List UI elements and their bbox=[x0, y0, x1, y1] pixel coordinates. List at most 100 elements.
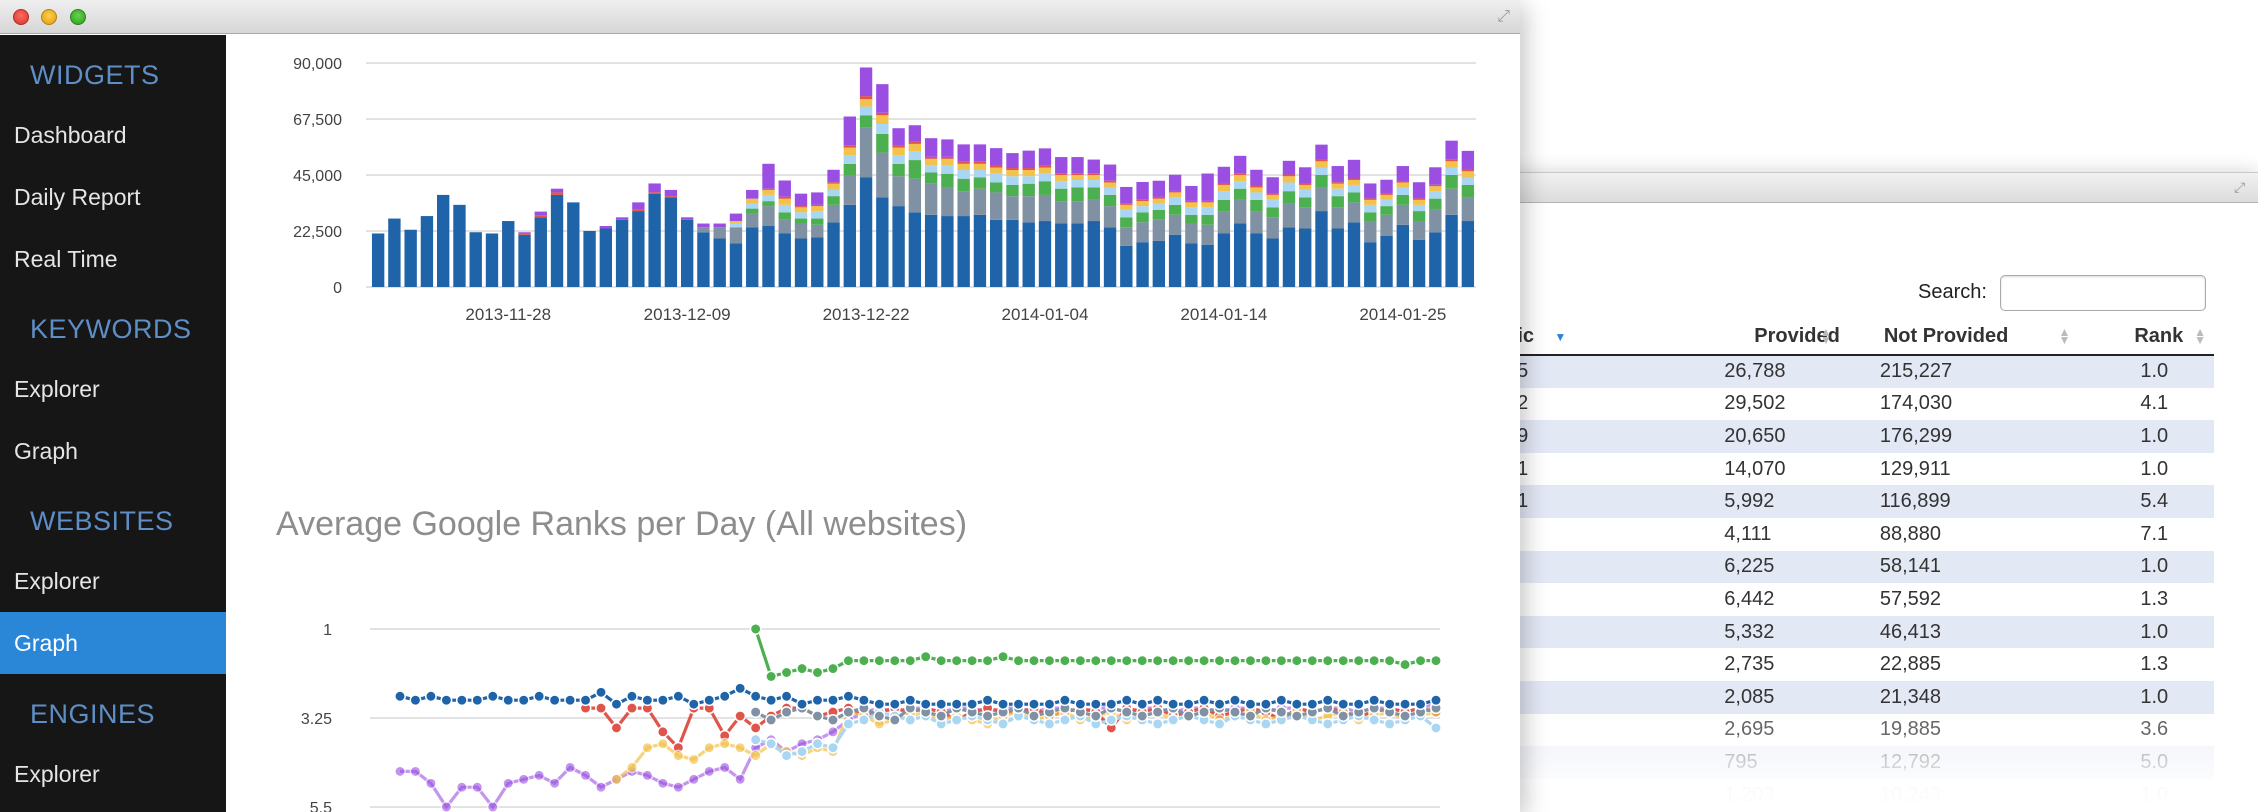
sidebar-item-dashboard[interactable]: Dashboard bbox=[0, 104, 226, 166]
bar-segment bbox=[859, 99, 873, 107]
rank-data-point bbox=[1290, 710, 1303, 722]
bar-segment bbox=[1055, 181, 1068, 189]
table-row[interactable]: 51,7455,33246,4131.0 bbox=[1440, 615, 2214, 649]
rank-data-point bbox=[1259, 698, 1272, 711]
rank-data-point bbox=[517, 694, 530, 707]
sidebar-item-keywords-graph[interactable]: Graph bbox=[0, 420, 226, 482]
bar-segment bbox=[811, 224, 824, 238]
sidebar-item-keywords-explorer[interactable]: Explorer bbox=[0, 358, 226, 420]
bar-segment bbox=[794, 223, 808, 239]
bar-segment bbox=[990, 165, 1003, 168]
bar-segment bbox=[990, 192, 1003, 220]
fullscreen-icon[interactable]: ⤢ bbox=[1497, 8, 1510, 26]
table-row[interactable]: 143,98114,070129,9111.0 bbox=[1440, 453, 2214, 486]
table-row[interactable]: 203,53229,502174,0304.1 bbox=[1440, 388, 2214, 421]
bar-segment bbox=[1461, 169, 1475, 172]
bar-segment bbox=[1347, 222, 1361, 287]
bar-segment bbox=[762, 163, 775, 189]
table-row[interactable]: 64,0346,44257,5921.3 bbox=[1440, 583, 2214, 616]
bar-segment bbox=[1347, 159, 1361, 179]
table-row[interactable]: 23,4332,08521,3481.0 bbox=[1440, 680, 2214, 714]
zoom-window-button[interactable] bbox=[70, 9, 86, 25]
bar-segment bbox=[859, 115, 873, 128]
rank-data-point bbox=[1290, 698, 1303, 711]
fullscreen-icon[interactable]: ⤢ bbox=[2234, 179, 2252, 197]
rank-data-point bbox=[981, 710, 994, 722]
bar-segment bbox=[1087, 173, 1100, 175]
column-header-not-provided[interactable]: Not Provided ▲ ▼ bbox=[1839, 319, 2079, 356]
table-row[interactable]: 64,3666,22558,1411.0 bbox=[1440, 550, 2214, 584]
bar-segment bbox=[941, 158, 954, 166]
bar-segment bbox=[1055, 188, 1068, 202]
table-cell: 5.4 bbox=[2078, 485, 2214, 518]
bar-segment bbox=[1380, 206, 1393, 215]
bar-segment bbox=[534, 211, 547, 216]
bar-segment bbox=[876, 115, 889, 124]
sidebar-item-websites-explorer[interactable]: Explorer bbox=[0, 550, 226, 612]
bar-segment bbox=[778, 233, 791, 287]
rank-data-point bbox=[1337, 710, 1350, 722]
bar-segment bbox=[1380, 214, 1393, 236]
sidebar-item-real-time[interactable]: Real Time bbox=[0, 228, 226, 290]
rank-data-point bbox=[873, 710, 886, 722]
table-row[interactable]: 122,8915,992116,8995.4 bbox=[1440, 485, 2214, 518]
bar-segment bbox=[1087, 187, 1100, 200]
bar-segment bbox=[1445, 175, 1458, 189]
column-header-label: Rank bbox=[2134, 325, 2184, 347]
bar-segment bbox=[892, 206, 905, 287]
bar-segment bbox=[404, 229, 417, 287]
rank-data-point bbox=[1430, 694, 1442, 707]
rank-data-point bbox=[811, 666, 824, 679]
bar-segment bbox=[1006, 219, 1019, 287]
y-tick-label: 1 bbox=[323, 622, 332, 639]
bar-segment bbox=[664, 189, 678, 197]
table-cell: 6,442 bbox=[1724, 587, 1775, 610]
bar-segment bbox=[1380, 235, 1393, 287]
bar-segment bbox=[762, 188, 775, 190]
search-input[interactable] bbox=[2000, 275, 2206, 311]
bar-segment bbox=[908, 160, 922, 179]
sidebar-item-engines-explorer[interactable]: Explorer bbox=[0, 743, 226, 805]
rank-data-point bbox=[455, 694, 468, 707]
bar-segment bbox=[1136, 212, 1149, 223]
bar-segment bbox=[1347, 192, 1361, 203]
rank-data-point bbox=[1182, 710, 1195, 722]
bar-segment bbox=[794, 218, 808, 224]
rank-data-point bbox=[687, 773, 700, 786]
table-row[interactable]: 25,6202,73522,8851.3 bbox=[1440, 648, 2214, 681]
rank-data-point bbox=[440, 694, 453, 707]
rank-data-point bbox=[749, 690, 762, 703]
bar-segment bbox=[990, 167, 1003, 174]
rank-data-point bbox=[1368, 654, 1381, 667]
sidebar-item-daily-report[interactable]: Daily Report bbox=[0, 166, 226, 228]
bar-segment bbox=[1364, 242, 1377, 287]
column-header-provided[interactable]: Provided ▲ ▼ bbox=[1574, 319, 1840, 356]
bar-segment bbox=[1315, 161, 1328, 168]
bar-segment bbox=[941, 139, 954, 157]
bar-segment bbox=[1087, 199, 1100, 222]
rank-data-point bbox=[595, 686, 607, 699]
main-content: 90,000 67,500 45,000 22,500 0 2013-11-28 2013-… bbox=[226, 35, 1520, 812]
rank-data-point bbox=[672, 749, 685, 762]
bar-segment bbox=[843, 204, 856, 287]
bar-segment bbox=[1038, 165, 1052, 168]
column-header-rank[interactable]: Rank ▲ ▼ bbox=[2078, 319, 2214, 356]
table-row[interactable]: 196,94920,650176,2991.0 bbox=[1440, 420, 2214, 453]
table-row[interactable]: 92,9914,11188,8807.1 bbox=[1440, 518, 2214, 551]
bar-segment bbox=[1103, 206, 1117, 228]
bar-segment bbox=[746, 198, 759, 204]
rank-data-point bbox=[1012, 698, 1025, 711]
sidebar-item-websites-graph[interactable]: Graph bbox=[0, 612, 226, 674]
bar-segment bbox=[1282, 191, 1296, 204]
table-row[interactable]: 242,01526,788215,2271.0 bbox=[1440, 355, 2214, 388]
y-tick-label: 45,000 bbox=[293, 168, 342, 185]
rank-data-point bbox=[1028, 710, 1040, 722]
close-window-button[interactable] bbox=[13, 9, 29, 25]
sidebar-section-websites: WEBSITES bbox=[30, 506, 174, 536]
dashboard-window-titlebar[interactable]: ⤢ bbox=[0, 0, 1520, 34]
bar-segment bbox=[1168, 204, 1182, 215]
bar-segment bbox=[1331, 166, 1344, 183]
table-window-titlebar[interactable]: ⤢ bbox=[1440, 173, 2258, 203]
minimize-window-button[interactable] bbox=[41, 9, 57, 25]
table-cell: 1.0 bbox=[2078, 680, 2214, 714]
